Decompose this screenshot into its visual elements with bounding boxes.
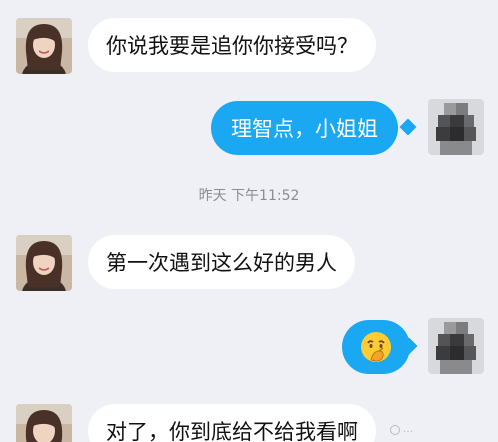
self-avatar[interactable] <box>428 318 484 374</box>
message-bubble-outgoing[interactable] <box>342 320 410 374</box>
message-bubble-incoming[interactable]: 对了，你到底给不给我看啊 <box>88 404 376 442</box>
message-bubble-outgoing[interactable]: 理智点，小姐姐 <box>211 101 398 155</box>
message-text: 理智点，小姐姐 <box>231 117 378 141</box>
contact-avatar-image <box>16 404 72 442</box>
contact-avatar[interactable] <box>16 235 72 291</box>
contact-avatar[interactable] <box>16 18 72 74</box>
watermark-text: … <box>403 424 413 435</box>
self-avatar-blurred-image <box>428 99 484 155</box>
message-text: 你说我要是追你你接受吗？ <box>106 34 358 58</box>
bubble-tail <box>399 118 417 136</box>
message-text: 对了，你到底给不给我看啊 <box>106 420 358 442</box>
thinking-hand-emoji-icon <box>361 332 391 362</box>
watermark-logo-icon <box>390 424 400 435</box>
contact-avatar-image <box>16 235 72 291</box>
message-timestamp: 昨天 下午11:52 <box>198 188 300 204</box>
contact-avatar-image <box>16 18 72 74</box>
contact-avatar[interactable] <box>16 404 72 442</box>
message-bubble-incoming[interactable]: 你说我要是追你你接受吗？ <box>88 18 376 72</box>
message-text: 第一次遇到这么好的男人 <box>106 251 337 275</box>
message-bubble-incoming[interactable]: 第一次遇到这么好的男人 <box>88 235 355 289</box>
self-avatar-blurred-image <box>428 318 484 374</box>
watermark: … <box>390 424 413 435</box>
self-avatar[interactable] <box>428 99 484 155</box>
